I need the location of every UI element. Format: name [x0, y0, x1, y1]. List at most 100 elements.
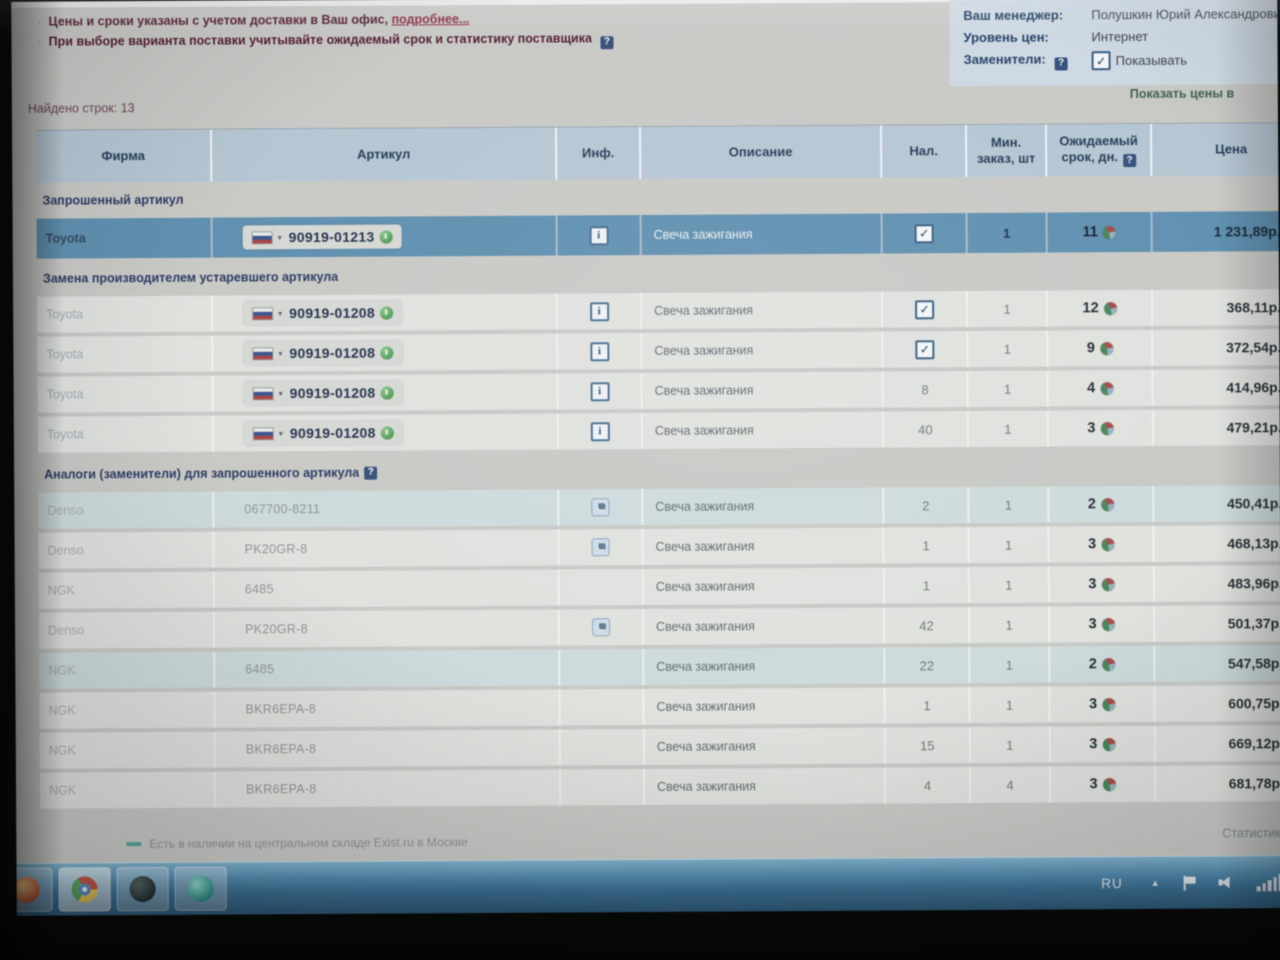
table-row[interactable]: NGK6485Свеча зажигания2212547,58р. — [39, 645, 1280, 689]
article-number: BKR6EPA-8 — [246, 702, 317, 716]
taskbar-button-app-teal[interactable] — [175, 867, 227, 911]
show-prices-link[interactable]: Показать цены в — [1130, 86, 1234, 101]
availability-checkbox[interactable]: ✓ — [915, 300, 934, 319]
show-substitutes-checkbox[interactable]: ✓ — [1092, 51, 1111, 70]
pie-chart-icon[interactable] — [1103, 778, 1116, 791]
brand-link[interactable]: NGK — [40, 743, 76, 757]
green-clock-icon[interactable] — [380, 386, 393, 399]
table-row[interactable]: Denso067700-8211Свеча зажигания212450,41… — [38, 485, 1280, 529]
article-button[interactable]: ▾90919-01213 — [243, 224, 402, 249]
pie-chart-icon[interactable] — [1101, 578, 1114, 591]
min-order-value: 1 — [1004, 341, 1011, 356]
brand-link[interactable]: NGK — [40, 783, 76, 797]
pie-chart-icon[interactable] — [1102, 658, 1115, 671]
brand-link[interactable]: NGK — [39, 583, 75, 597]
price-cell: 501,37р. — [1155, 605, 1280, 642]
system-tray: RU ▲ — [1101, 856, 1280, 909]
dropdown-caret-icon[interactable]: ▾ — [278, 233, 282, 242]
availability-checkbox[interactable]: ✓ — [915, 224, 934, 243]
help-icon[interactable]: ? — [1123, 154, 1136, 167]
green-clock-icon[interactable] — [380, 346, 393, 359]
bullet: · — [37, 35, 41, 49]
description-cell: Свеча зажигания — [643, 528, 884, 565]
table-row[interactable]: DensoPK20GR-8Свеча зажигания4213501,37р. — [39, 605, 1280, 649]
brand-link[interactable]: Denso — [39, 623, 84, 637]
flag-icon-ru — [253, 387, 274, 400]
table-row[interactable]: NGKBKR6EPA-8Свеча зажигания1513669,12р. — [40, 725, 1280, 769]
table-row[interactable]: Toyota▾90919-01208iСвеча зажигания✓11236… — [37, 289, 1280, 333]
article-button[interactable]: ▾90919-01208 — [244, 420, 403, 445]
taskbar-button-browser[interactable] — [11, 868, 53, 912]
taskbar-button-chrome[interactable] — [59, 867, 111, 911]
brand-link[interactable]: Denso — [38, 503, 83, 517]
dropdown-caret-icon[interactable]: ▾ — [279, 389, 283, 398]
help-icon[interactable]: ? — [364, 466, 377, 479]
taskbar-button-app-dark[interactable] — [117, 867, 169, 911]
green-clock-icon[interactable] — [380, 306, 393, 319]
article-number: 90919-01208 — [289, 345, 375, 362]
substitutes-toggle[interactable]: ✓ Показывать — [1092, 51, 1187, 71]
pie-chart-icon[interactable] — [1102, 738, 1115, 751]
min-order-cell: 1 — [970, 567, 1050, 603]
action-center-flag-icon[interactable] — [1184, 875, 1197, 890]
section-title: Запрошенный артикул — [42, 193, 183, 208]
brand-link[interactable]: Toyota — [37, 231, 86, 245]
volume-icon[interactable] — [1219, 875, 1235, 889]
pie-chart-icon[interactable] — [1100, 342, 1113, 355]
info-icon[interactable]: i — [590, 382, 609, 401]
pie-chart-icon[interactable] — [1104, 302, 1117, 315]
expected-days-cell: 4 — [1048, 370, 1153, 407]
table-row[interactable]: Toyota▾90919-01208iСвеча зажигания401347… — [38, 409, 1280, 453]
show-hidden-icons[interactable]: ▲ — [1151, 878, 1160, 888]
language-indicator[interactable]: RU — [1101, 876, 1123, 891]
article-button[interactable]: ▾90919-01208 — [244, 380, 403, 405]
table-row[interactable]: Toyota▾90919-01208iСвеча зажигания814414… — [38, 369, 1280, 413]
green-clock-icon[interactable] — [379, 230, 392, 243]
pie-chart-icon[interactable] — [1100, 422, 1113, 435]
pie-chart-icon[interactable] — [1102, 618, 1115, 631]
table-row[interactable]: NGKBKR6EPA-8Свеча зажигания443681,78р. — [40, 765, 1280, 809]
table-row[interactable]: Toyota▾90919-01213iСвеча зажигания✓1111 … — [37, 211, 1280, 259]
table-row[interactable]: Toyota▾90919-01208iСвеча зажигания✓19372… — [37, 329, 1280, 373]
table-row[interactable]: DensoPK20GR-8Свеча зажигания113468,13р. — [38, 525, 1280, 569]
help-icon[interactable]: ? — [600, 36, 613, 49]
table-row[interactable]: NGK6485Свеча зажигания113483,96р. — [39, 565, 1280, 609]
brand-link[interactable]: NGK — [40, 703, 76, 717]
pie-chart-icon[interactable] — [1100, 382, 1113, 395]
pie-chart-icon[interactable] — [1101, 538, 1114, 551]
expected-days-cell: 3 — [1049, 526, 1154, 563]
min-order-cell: 4 — [971, 767, 1051, 803]
min-order-value: 1 — [1006, 697, 1013, 712]
info-icon[interactable]: i — [590, 422, 609, 441]
brand-link[interactable]: Denso — [39, 543, 84, 557]
photo-icon[interactable] — [592, 538, 610, 556]
article-button[interactable]: ▾ 90919-01208 — [243, 340, 402, 365]
table-row[interactable]: NGKBKR6EPA-8Свеча зажигания113600,75р. — [39, 685, 1280, 729]
dropdown-caret-icon[interactable]: ▾ — [278, 309, 282, 318]
brand-link[interactable]: NGK — [39, 663, 75, 677]
network-icon[interactable] — [1257, 874, 1280, 891]
dropdown-caret-icon[interactable]: ▾ — [278, 349, 282, 358]
details-link[interactable]: подробнее... — [391, 12, 469, 26]
pie-chart-icon[interactable] — [1103, 226, 1116, 239]
min-order-value: 1 — [1003, 225, 1010, 240]
info-icon[interactable]: i — [590, 302, 609, 321]
photo-icon[interactable] — [591, 498, 609, 516]
table-header-cell: Инф. — [557, 127, 641, 180]
dropdown-caret-icon[interactable]: ▾ — [279, 429, 283, 438]
article-button[interactable]: ▾90919-01208 — [243, 300, 402, 325]
info-cell: i — [559, 373, 643, 410]
pie-chart-icon[interactable] — [1101, 498, 1114, 511]
brand-link[interactable]: Toyota — [38, 387, 84, 401]
photo-icon[interactable] — [592, 618, 610, 636]
brand-link[interactable]: Toyota — [37, 347, 83, 361]
brand-link[interactable]: Toyota — [38, 427, 84, 441]
brand-link[interactable]: Toyota — [37, 307, 83, 321]
green-clock-icon[interactable] — [381, 426, 394, 439]
statistics-link[interactable]: Статистика заказов — [1222, 826, 1280, 841]
info-icon[interactable]: i — [589, 226, 608, 245]
info-icon[interactable]: i — [590, 342, 609, 361]
pie-chart-icon[interactable] — [1102, 698, 1115, 711]
availability-checkbox[interactable]: ✓ — [915, 340, 934, 359]
help-icon[interactable]: ? — [1054, 57, 1067, 70]
